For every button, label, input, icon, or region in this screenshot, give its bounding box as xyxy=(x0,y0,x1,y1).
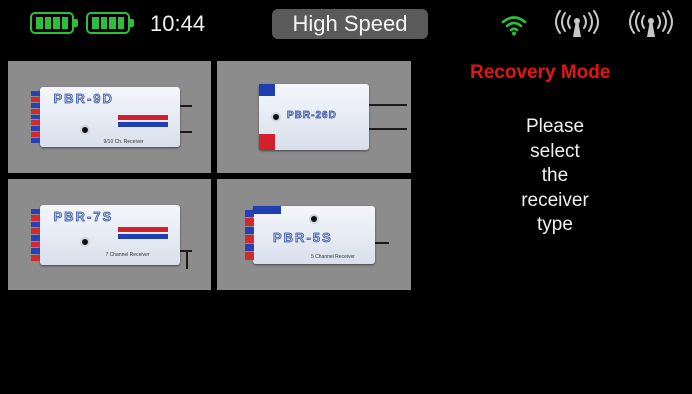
antenna-icon xyxy=(555,10,599,37)
receiver-subtitle: 7 Channel Receiver xyxy=(105,251,150,258)
antenna-icon xyxy=(629,10,673,37)
receiver-image: PBR-26D xyxy=(259,84,407,150)
receiver-image: PBR-9D 9/10 Ch. Receiver xyxy=(30,87,192,147)
receiver-subtitle: 5 Channel Receiver xyxy=(311,253,355,260)
receiver-name: PBR-26D xyxy=(287,110,337,122)
receiver-name: PBR-7S xyxy=(53,208,114,224)
speed-mode-badge: High Speed xyxy=(272,9,428,39)
receiver-image: PBR-7S 7 Channel Receiver xyxy=(30,204,192,269)
instruction-line: the xyxy=(541,165,569,186)
battery-icon xyxy=(86,12,134,34)
instruction-line: Please xyxy=(525,116,585,137)
instruction-line: select xyxy=(530,140,580,162)
receiver-tile-pbr-5s[interactable]: PBR-5S 5 Channel Receiver xyxy=(217,179,411,290)
instruction-line: type xyxy=(537,214,573,235)
instruction-text: Please select the receiver type xyxy=(480,115,630,238)
receiver-name: PBR-9D xyxy=(53,91,114,107)
clock-time: 10:44 xyxy=(150,11,206,36)
recovery-mode-title: Recovery Mode xyxy=(470,62,611,83)
battery-icon xyxy=(30,12,78,34)
receiver-image: PBR-5S 5 Channel Receiver xyxy=(245,205,389,264)
instruction-line: receiver xyxy=(521,189,589,211)
receiver-name: PBR-5S xyxy=(273,229,333,245)
wifi-icon xyxy=(501,16,527,36)
receiver-tile-pbr-26d[interactable]: PBR-26D xyxy=(217,61,411,173)
rx-recovery-screen: 10:44 High Speed PBR-9D 9/10 Ch. Receive… xyxy=(0,0,692,394)
receiver-tile-pbr-7s[interactable]: PBR-7S 7 Channel Receiver xyxy=(8,179,211,290)
receiver-tile-pbr-9d[interactable]: PBR-9D 9/10 Ch. Receiver xyxy=(8,61,211,173)
receiver-subtitle: 9/10 Ch. Receiver xyxy=(103,139,144,145)
